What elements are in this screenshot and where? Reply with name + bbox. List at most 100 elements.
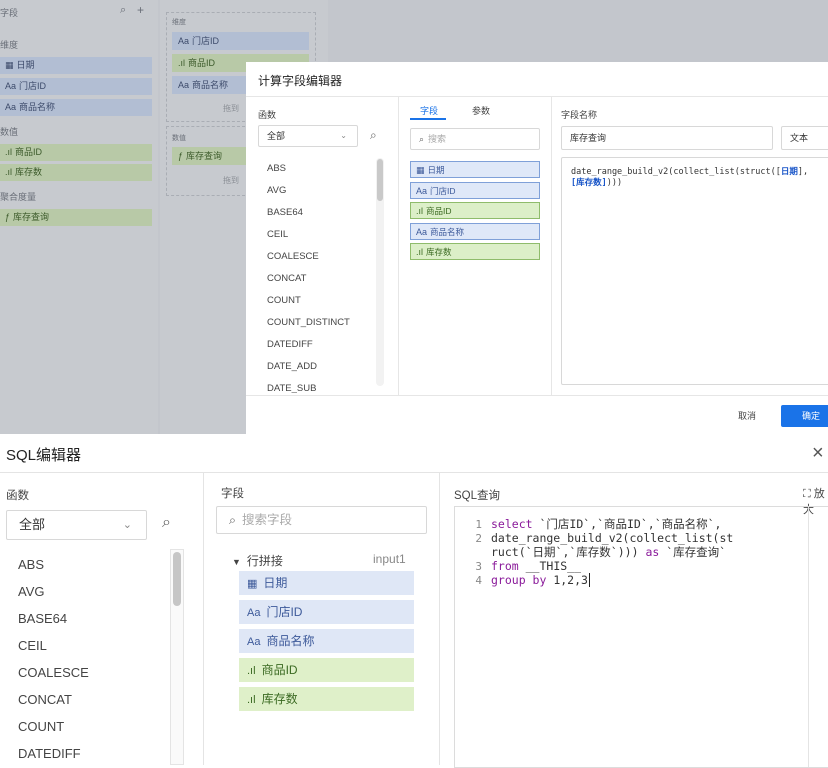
search-icon[interactable]: ⌕ <box>162 514 171 532</box>
field-item[interactable]: .ıl 库存数 <box>239 687 414 711</box>
line-number: 1 <box>475 518 482 531</box>
search-icon: ⌕ <box>419 134 425 144</box>
background-app: 字段 ⌕ + 维度 ▦ 日期 Aa 门店ID Aa 商品名称 数值 .ıl 商品ID .… <box>0 0 828 434</box>
fields-label: 字段 <box>221 488 244 500</box>
text-type-icon: Aa <box>416 226 428 237</box>
line-number: 3 <box>475 560 482 573</box>
plus-icon: + <box>137 3 145 17</box>
search-icon: ⌕ <box>229 513 237 527</box>
dialog-title: 计算字段编辑器 <box>258 74 343 88</box>
chevron-down-icon: ⌄ <box>340 131 347 140</box>
function-item[interactable]: COUNT_DISTINCT <box>267 317 350 328</box>
code-line: group by 1,2,3 <box>491 573 590 587</box>
calc-field-editor-dialog: 计算字段编辑器 函数 全部 ⌄ ⌕ ABS AVG BASE64 CEIL COALES… <box>246 62 828 434</box>
text-cursor <box>588 573 590 587</box>
field-item[interactable]: Aa 商品名称 <box>239 629 414 653</box>
calendar-icon: ▦ <box>416 165 425 175</box>
field-group-toggle[interactable]: ▼ 行拼接 <box>232 552 283 569</box>
function-item[interactable]: DATEDIFF <box>267 339 313 350</box>
calc-field-icon: ƒ <box>5 212 11 222</box>
bg-chip: ƒ 库存查询 <box>172 147 252 165</box>
field-item[interactable]: .ıl 商品ID <box>410 202 540 219</box>
cancel-button[interactable]: 取消 <box>724 405 770 427</box>
function-item[interactable]: COALESCE <box>18 665 89 680</box>
text-type-icon: Aa <box>178 36 190 46</box>
bg-section-aggregate: 聚合度量 <box>0 192 37 202</box>
scrollbar-track[interactable] <box>170 549 184 765</box>
bg-measure-label: 数值 <box>172 135 186 142</box>
field-item[interactable]: Aa 商品名称 <box>410 222 540 240</box>
calendar-icon: ▦ <box>5 60 14 70</box>
scrollbar-thumb[interactable] <box>173 552 181 606</box>
divider <box>439 473 440 765</box>
tab-indicator <box>410 118 446 120</box>
field-item[interactable]: Aa 门店ID <box>239 600 414 624</box>
function-category-select[interactable]: 全部 ⌄ <box>6 510 147 540</box>
text-type-icon: Aa <box>5 81 17 91</box>
function-item[interactable]: CEIL <box>267 229 288 240</box>
function-item[interactable]: AVG <box>267 185 286 196</box>
field-item[interactable]: .ıl 库存数 <box>410 243 540 260</box>
close-icon[interactable]: × <box>812 442 824 465</box>
field-group-source: input1 <box>373 552 406 566</box>
number-type-icon: .ıl <box>416 247 424 257</box>
number-type-icon: .ıl <box>247 694 256 706</box>
function-item[interactable]: BASE64 <box>18 611 67 626</box>
function-item[interactable]: CEIL <box>18 638 47 653</box>
text-type-icon: Aa <box>416 185 428 196</box>
field-search-input[interactable]: ⌕ 搜索 <box>410 128 540 150</box>
text-type-icon: Aa <box>247 607 261 619</box>
function-item[interactable]: DATE_SUB <box>267 383 316 393</box>
tab-params[interactable]: 参数 <box>472 104 490 117</box>
bg-measure-item: .ıl 商品ID <box>0 144 152 161</box>
bg-section-dimension: 维度 <box>0 40 19 50</box>
function-item[interactable]: ABS <box>18 557 44 572</box>
bg-dim-label: 维度 <box>172 19 186 26</box>
field-item[interactable]: Aa 门店ID <box>410 181 540 199</box>
field-name-input[interactable]: 库存查询 <box>561 126 773 150</box>
text-type-icon: Aa <box>247 636 261 648</box>
field-item[interactable]: .ıl 商品ID <box>239 658 414 682</box>
caret-down-icon: ▼ <box>232 557 241 567</box>
function-item[interactable]: COALESCE <box>267 251 319 262</box>
field-item[interactable]: ▦ 日期 <box>410 161 540 178</box>
functions-label: 函数 <box>258 110 277 120</box>
divider <box>246 96 828 97</box>
field-name-label: 字段名称 <box>561 110 598 120</box>
scrollbar-track[interactable] <box>376 158 384 386</box>
field-item[interactable]: ▦ 日期 <box>239 571 414 595</box>
scrollbar-thumb[interactable] <box>377 159 383 201</box>
field-type-select[interactable]: 文本 <box>781 126 828 150</box>
function-item[interactable]: AVG <box>18 584 45 599</box>
divider <box>0 472 828 473</box>
function-item[interactable]: COUNT <box>18 719 64 734</box>
divider <box>246 395 828 396</box>
number-type-icon: .ıl <box>178 58 186 68</box>
function-item[interactable]: DATE_ADD <box>267 361 317 372</box>
expression-text: date_range_build_v2(collect_list(struct(… <box>571 167 781 177</box>
function-item[interactable]: CONCAT <box>18 692 72 707</box>
function-item[interactable]: COUNT <box>267 295 301 306</box>
function-item[interactable]: BASE64 <box>267 207 303 218</box>
line-number: 2 <box>475 532 482 545</box>
code-line: ruct(`日期`,`库存数`))) as `库存查询` <box>491 545 727 559</box>
sql-editor-dialog: SQL编辑器 × 函数 全部 ⌄ ⌕ ABS AVG BASE64 CEIL COALE… <box>0 434 828 768</box>
search-icon[interactable]: ⌕ <box>370 128 377 143</box>
calendar-icon: ▦ <box>247 578 258 590</box>
bg-dim-item: Aa 商品名称 <box>0 99 152 116</box>
function-category-select[interactable]: 全部 ⌄ <box>258 125 358 147</box>
confirm-button[interactable]: 确定 <box>781 405 828 427</box>
number-type-icon: .ıl <box>5 167 13 177</box>
field-search-input[interactable]: ⌕ 搜索字段 <box>216 506 427 534</box>
expression-editor[interactable]: date_range_build_v2(collect_list(struct(… <box>561 157 828 385</box>
function-item[interactable]: CONCAT <box>267 273 306 284</box>
tab-fields[interactable]: 字段 <box>420 104 438 117</box>
functions-label: 函数 <box>6 490 29 502</box>
sql-query-label: SQL查询 <box>454 490 501 502</box>
text-type-icon: Aa <box>5 102 17 112</box>
search-icon: ⌕ <box>120 4 127 16</box>
function-item[interactable]: DATEDIFF <box>18 746 81 761</box>
function-item[interactable]: ABS <box>267 163 286 174</box>
chevron-down-icon: ⌄ <box>122 519 132 531</box>
divider <box>551 97 552 395</box>
